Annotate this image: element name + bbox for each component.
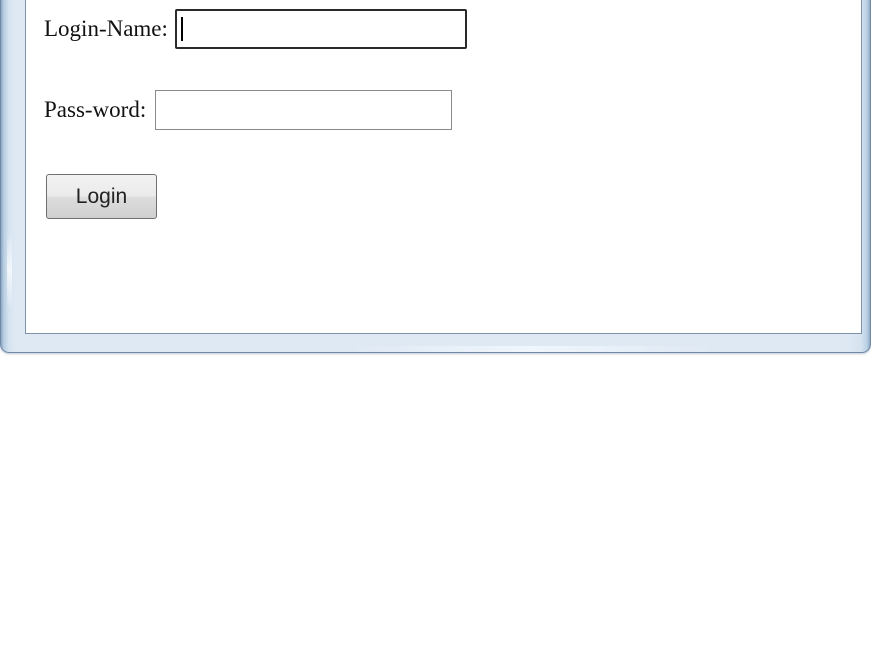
login-button[interactable]: Login	[46, 174, 157, 219]
text-cursor-icon	[180, 17, 183, 41]
login-name-row: Login-Name:	[44, 9, 467, 49]
browser-window-frame: Login-Name: Pass-word: Login	[0, 0, 871, 353]
page-content-area: Login-Name: Pass-word: Login	[25, 0, 862, 334]
login-name-input[interactable]	[174, 9, 467, 49]
login-name-label: Login-Name:	[44, 16, 168, 41]
password-row: Pass-word:	[44, 90, 453, 130]
password-input[interactable]	[155, 90, 453, 130]
password-label: Pass-word:	[44, 97, 147, 122]
